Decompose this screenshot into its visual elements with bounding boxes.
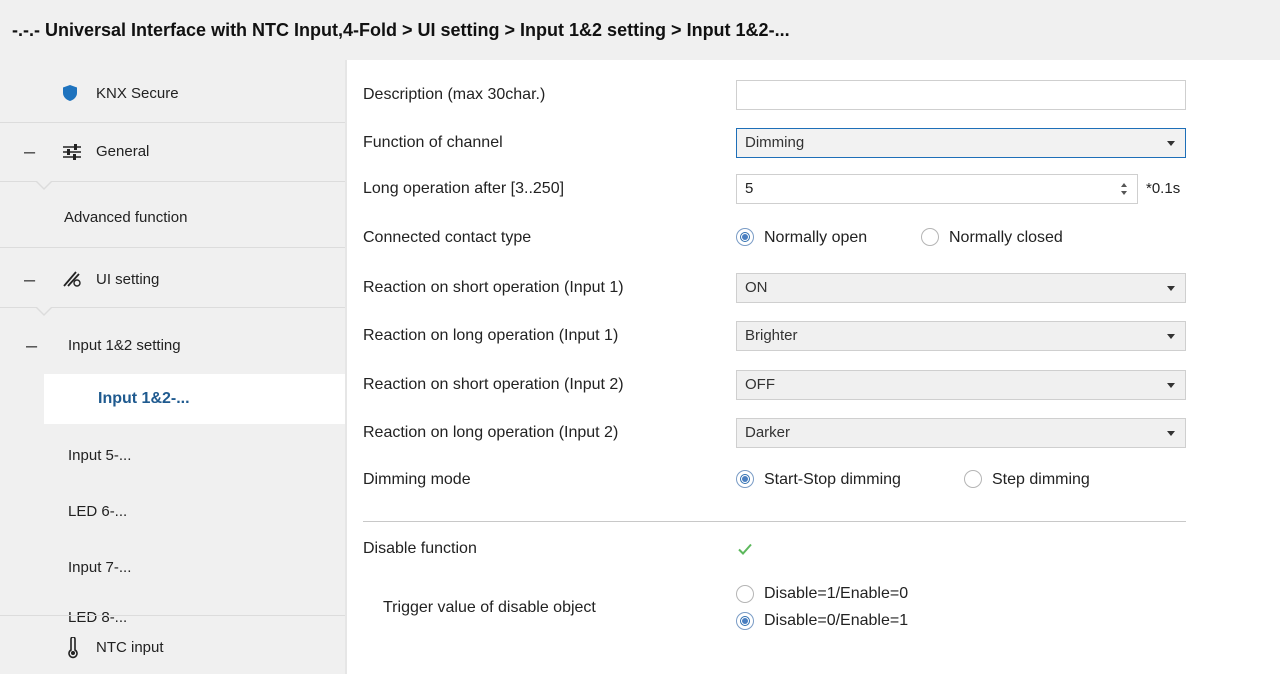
sidebar-item-label: Input 5-...	[68, 447, 132, 464]
spin-down-icon[interactable]	[1121, 191, 1127, 195]
sidebar-item-label: General	[96, 143, 150, 160]
radio-start-stop-dimming[interactable]	[736, 470, 754, 488]
sidebar-item-input-1-2-active[interactable]: Input 1&2-...	[44, 374, 345, 424]
short-input2-select[interactable]: OFF	[736, 370, 1186, 400]
spin-up-icon[interactable]	[1121, 183, 1127, 187]
row-long-operation: Long operation after [3..250] 5 *0.1s	[347, 169, 1280, 209]
sidebar-item-input-7[interactable]: Input 7-...	[0, 540, 345, 596]
sidebar-item-advanced-function[interactable]: Advanced function	[0, 190, 345, 246]
long-operation-value: 5	[745, 180, 754, 197]
section-divider	[363, 521, 1186, 522]
row-description: Description (max 30char.)	[347, 75, 1280, 115]
disable-function-checkbox[interactable]	[736, 540, 754, 558]
short-input1-value: ON	[745, 279, 768, 296]
sidebar-item-input-5[interactable]: Input 5-...	[0, 428, 345, 484]
sidebar-item-label: Input 1&2-...	[98, 390, 190, 407]
long-operation-spinbox[interactable]: 5	[736, 174, 1138, 204]
chevron-down-icon	[1167, 141, 1175, 146]
disable-function-label: Disable function	[363, 540, 477, 557]
collapse-icon[interactable]: –	[26, 318, 37, 374]
radio-disable0-enable1[interactable]	[736, 612, 754, 630]
divider	[0, 247, 345, 248]
sidebar-item-label: Input 1&2 setting	[68, 337, 181, 354]
function-of-channel-select[interactable]: Dimming	[736, 128, 1186, 158]
divider	[0, 122, 345, 123]
sidebar-item-label: NTC input	[96, 639, 164, 656]
sidebar-item-ntc-input[interactable]: NTC input	[0, 620, 345, 676]
thermometer-icon	[66, 636, 80, 663]
radio-normally-open[interactable]	[736, 228, 754, 246]
long-input1-value: Brighter	[745, 327, 798, 344]
breadcrumb: -.-.- Universal Interface with NTC Input…	[0, 0, 1280, 60]
row-long-input2: Reaction on long operation (Input 2) Dar…	[347, 413, 1280, 453]
sidebar-item-general[interactable]: – General	[0, 124, 345, 180]
chevron-down-icon	[1167, 431, 1175, 436]
chevron-down-icon	[1167, 286, 1175, 291]
ui-tools-icon	[62, 270, 82, 292]
dimming-mode-label: Dimming mode	[363, 471, 471, 488]
description-label: Description (max 30char.)	[363, 86, 546, 103]
sidebar-item-label: UI setting	[96, 271, 160, 288]
long-input2-label: Reaction on long operation (Input 2)	[363, 424, 619, 441]
sidebar-item-label: LED 6-...	[68, 503, 128, 520]
short-input1-label: Reaction on short operation (Input 1)	[363, 279, 624, 296]
radio-label: Normally closed	[949, 229, 1063, 246]
sidebar-item-label: Advanced function	[64, 209, 188, 226]
sidebar-item-ui-setting[interactable]: – UI setting	[0, 252, 345, 308]
chevron-down-icon	[1167, 334, 1175, 339]
long-operation-unit: *0.1s	[1146, 180, 1181, 197]
row-contact-type: Connected contact type Normally open Nor…	[347, 218, 1280, 258]
radio-disable1-enable0[interactable]	[736, 585, 754, 603]
settings-form: Description (max 30char.) Function of ch…	[347, 60, 1280, 674]
divider	[0, 615, 345, 616]
row-disable-function: Disable function	[347, 529, 1280, 569]
sidebar-item-input-1-2-setting[interactable]: – Input 1&2 setting	[0, 318, 345, 374]
sidebar-item-label: KNX Secure	[96, 85, 179, 102]
sidebar-item-led-6[interactable]: LED 6-...	[0, 484, 345, 540]
row-function-of-channel: Function of channel Dimming	[347, 123, 1280, 163]
row-short-input2: Reaction on short operation (Input 2) OF…	[347, 365, 1280, 405]
row-long-input1: Reaction on long operation (Input 1) Bri…	[347, 316, 1280, 356]
sidebar: KNX Secure – General Advanced function –…	[0, 60, 345, 674]
tree-notch	[36, 181, 52, 190]
collapse-icon[interactable]: –	[24, 252, 35, 308]
row-dimming-mode: Dimming mode Start-Stop dimming Step dim…	[347, 460, 1280, 500]
radio-label: Normally open	[764, 229, 868, 246]
sliders-icon	[62, 143, 82, 165]
long-input2-select[interactable]: Darker	[736, 418, 1186, 448]
tree-notch	[36, 307, 52, 316]
short-input2-value: OFF	[745, 376, 775, 393]
function-of-channel-label: Function of channel	[363, 134, 503, 151]
long-input1-select[interactable]: Brighter	[736, 321, 1186, 351]
long-input2-value: Darker	[745, 424, 791, 441]
contact-type-label: Connected contact type	[363, 229, 532, 246]
radio-label: Disable=0/Enable=1	[764, 612, 909, 629]
row-short-input1: Reaction on short operation (Input 1) ON	[347, 268, 1280, 308]
collapse-icon[interactable]: –	[24, 124, 35, 180]
chevron-down-icon	[1167, 383, 1175, 388]
shield-icon	[62, 84, 78, 106]
sidebar-item-knx-secure[interactable]: KNX Secure	[0, 66, 345, 122]
radio-label: Start-Stop dimming	[764, 471, 901, 488]
short-input2-label: Reaction on short operation (Input 2)	[363, 376, 624, 393]
sidebar-item-label: Input 7-...	[68, 559, 132, 576]
radio-step-dimming[interactable]	[964, 470, 982, 488]
radio-normally-closed[interactable]	[921, 228, 939, 246]
description-input[interactable]	[736, 80, 1186, 110]
trigger-value-label: Trigger value of disable object	[383, 599, 596, 616]
long-operation-label: Long operation after [3..250]	[363, 180, 565, 197]
long-input1-label: Reaction on long operation (Input 1)	[363, 327, 619, 344]
short-input1-select[interactable]: ON	[736, 273, 1186, 303]
function-of-channel-value: Dimming	[745, 134, 805, 151]
radio-label: Step dimming	[992, 471, 1090, 488]
